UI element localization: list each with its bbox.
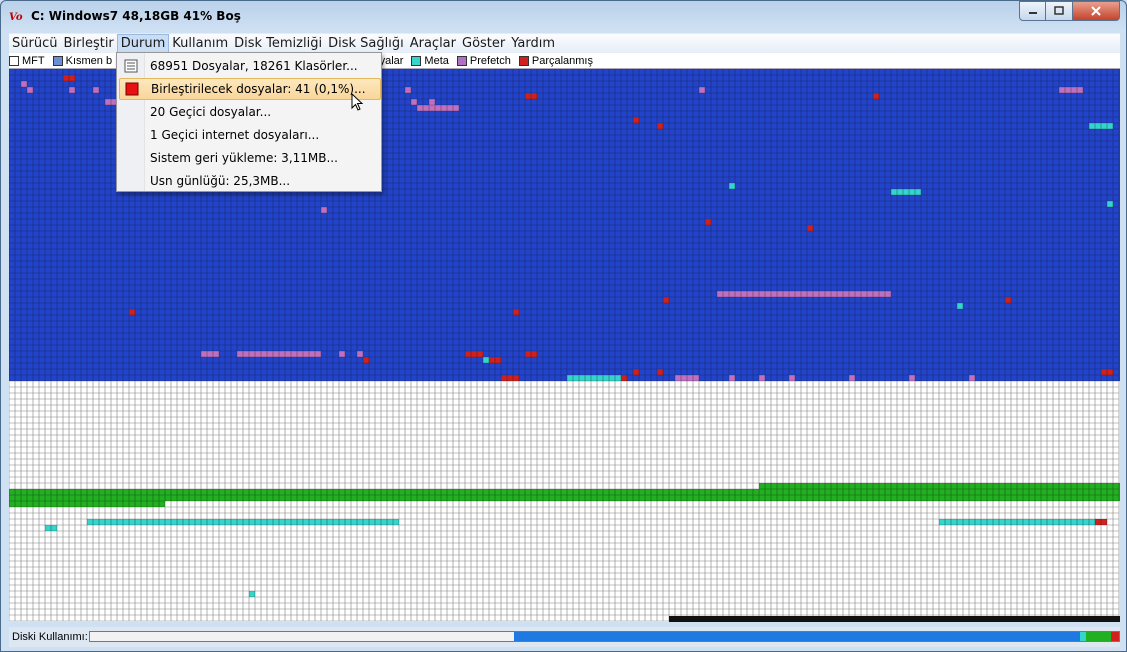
minimize-button[interactable] [1019,1,1046,21]
close-icon [1091,6,1101,16]
menu-bar: Sürücü Birleştir Durum Kullanım Disk Tem… [9,33,1120,54]
mouse-pointer-icon [351,93,364,111]
reserved-strip [669,616,1120,622]
legend-meta: Meta [411,55,449,67]
legend-fragmented: Parçalanmış [518,55,593,67]
menu-kullanim[interactable]: Kullanım [169,34,231,54]
disk-usage-bar [89,631,1120,642]
menu-item-system-restore[interactable]: Sistem geri yükleme: 3,11MB... [119,147,381,169]
menu-yardim[interactable]: Yardım [508,34,558,54]
usage-segment-4 [1110,632,1119,641]
title-bar[interactable]: Vo C: Windows7 48,18GB 41% Boş [1,1,1126,31]
menu-item-temp-files[interactable]: 20 Geçici dosyalar... [119,101,381,123]
menu-surucu[interactable]: Sürücü [9,34,60,54]
window-title: C: Windows7 48,18GB 41% Boş [31,9,241,23]
minimize-icon [1028,12,1037,14]
menu-araclar[interactable]: Araçlar [407,34,459,54]
legend-prefetch: Prefetch [456,55,511,67]
close-button[interactable] [1073,1,1120,21]
svg-text:Vo: Vo [9,12,23,23]
list-icon [124,59,138,73]
menu-goster[interactable]: Göster [459,34,508,54]
durum-dropdown-menu: 68951 Dosyalar, 18261 Klasörler... Birle… [116,52,382,192]
red-square-icon [125,82,139,96]
menu-item-internet-temp[interactable]: 1 Geçici internet dosyaları... [119,124,381,146]
menu-item-files-folders[interactable]: 68951 Dosyalar, 18261 Klasörler... [119,55,381,77]
disk-usage-label: Diski Kullanımı: [12,631,88,643]
menu-disk-temizligi[interactable]: Disk Temizliği [231,34,325,54]
maximize-icon [1054,6,1064,15]
usage-segment-0 [90,632,514,641]
menu-disk-sagligi[interactable]: Disk Sağlığı [325,34,407,54]
usage-segment-1 [513,632,1080,641]
usage-segment-3 [1086,632,1111,641]
app-logo-icon: Vo [9,12,23,23]
maximize-button[interactable] [1046,1,1073,21]
legend-partial: Kısmen b [52,55,112,67]
status-bar: Diski Kullanımı: [9,627,1120,647]
legend-mft: MFT [9,55,45,67]
menu-item-usn-journal[interactable]: Usn günlüğü: 25,3MB... [119,170,381,192]
menu-item-defrag-files[interactable]: Birleştirilecek dosyalar: 41 (0,1%)... [119,78,381,100]
menu-durum[interactable]: Durum [116,33,170,54]
menu-birlestir[interactable]: Birleştir [60,34,116,54]
